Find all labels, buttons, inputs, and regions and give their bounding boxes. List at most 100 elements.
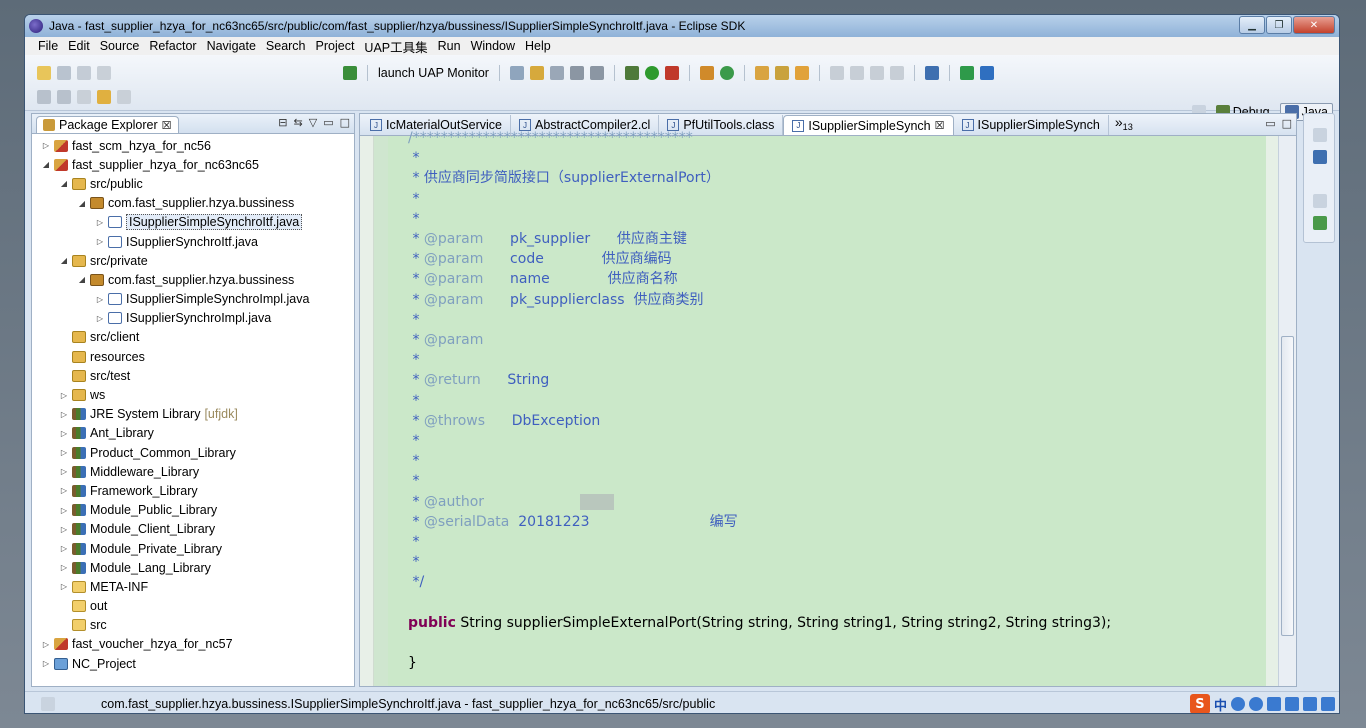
font-icon[interactable] [979,66,994,80]
tree-item[interactable]: out [32,597,354,616]
collapsed-arrow-icon[interactable]: ▷ [58,582,70,591]
link-with-editor-icon[interactable]: ⇆ [294,116,303,129]
close-button[interactable]: ✕ [1293,16,1335,34]
previous-annotation-icon[interactable] [57,90,71,104]
tree-item[interactable]: ▷ Framework_Library [32,481,354,500]
block-selection-icon[interactable] [869,66,884,80]
folding-ruler[interactable] [374,136,388,686]
collapsed-arrow-icon[interactable]: ▷ [40,659,52,668]
tree-item[interactable]: ▷ Module_Private_Library [32,539,354,558]
highlight-icon[interactable] [849,66,864,80]
show-whitespace-icon[interactable] [889,66,904,80]
menu-help[interactable]: Help [520,39,556,53]
collapsed-arrow-icon[interactable]: ▷ [58,391,70,400]
external-tools-icon[interactable] [664,66,679,80]
keyboard-icon[interactable] [1285,697,1299,711]
menu-navigate[interactable]: Navigate [202,39,261,53]
ime-language-toggle[interactable]: 中 [1214,695,1227,714]
expanded-arrow-icon[interactable]: ◢ [58,179,70,188]
tree-item[interactable]: ◢ src/public [32,174,354,193]
close-tab-icon[interactable]: ☒ [935,119,945,132]
maximize-view-icon[interactable]: □ [340,116,350,129]
editor-tab[interactable]: J ISupplierSimpleSynch ☒ [783,115,954,135]
open-type-icon[interactable] [754,66,769,80]
problems-icon[interactable] [1313,216,1327,230]
link-icon[interactable] [549,66,564,80]
tree-item[interactable]: ◢ com.fast_supplier.hzya.bussiness [32,270,354,289]
tree-item[interactable]: src/client [32,328,354,347]
tree-item[interactable]: ▷ ISupplierSimpleSynchroItf.java [32,213,354,232]
launch-uap-monitor-button[interactable]: launch UAP Monitor [378,66,489,80]
settings-icon[interactable] [1321,697,1335,711]
punctuation-icon[interactable] [1231,697,1245,711]
restore-button[interactable]: ❐ [1266,16,1292,34]
scrollbar-thumb[interactable] [1281,336,1294,636]
collapsed-arrow-icon[interactable]: ▷ [94,295,106,304]
tree-item[interactable]: resources [32,347,354,366]
menu-project[interactable]: Project [311,39,360,53]
compare-icon[interactable] [569,66,584,80]
microphone-icon[interactable] [1267,697,1281,711]
collapsed-arrow-icon[interactable]: ▷ [58,429,70,438]
menu-source[interactable]: Source [95,39,145,53]
tree-item[interactable]: ▷ Ant_Library [32,424,354,443]
minimize-editor-icon[interactable]: ▭ [1265,117,1275,130]
close-view-icon[interactable]: ☒ [162,119,172,132]
run-icon[interactable] [644,66,659,80]
menu-file[interactable]: File [33,39,63,53]
collapsed-arrow-icon[interactable]: ▷ [58,506,70,515]
collapsed-arrow-icon[interactable]: ▷ [40,141,52,150]
tree-item[interactable]: ◢ com.fast_supplier.hzya.bussiness [32,194,354,213]
tree-item[interactable]: ▷ ws [32,385,354,404]
pin-icon[interactable] [924,66,939,80]
tree-item[interactable]: ▷ fast_voucher_hzya_for_nc57 [32,635,354,654]
search-icon[interactable] [509,66,524,80]
restore-view-icon[interactable] [1313,194,1327,208]
vertical-ruler[interactable] [360,136,374,686]
back-icon[interactable] [97,90,111,104]
collapsed-arrow-icon[interactable]: ▷ [94,237,106,246]
menu-window[interactable]: Window [466,39,520,53]
save-all-icon[interactable] [77,66,91,80]
expanded-arrow-icon[interactable]: ◢ [58,256,70,265]
export-icon[interactable] [589,66,604,80]
sogou-ime-icon[interactable]: S [1189,694,1210,713]
tree-item[interactable]: ▷ fast_scm_hzya_for_nc56 [32,136,354,155]
restore-view-icon[interactable] [1313,128,1327,142]
new-java-project-icon[interactable] [699,66,714,80]
menu-run[interactable]: Run [433,39,466,53]
tree-item[interactable]: ▷ Module_Client_Library [32,520,354,539]
save-icon[interactable] [57,66,71,80]
skin-icon[interactable] [1303,697,1317,711]
expanded-arrow-icon[interactable]: ◢ [76,275,88,284]
print-icon[interactable] [97,66,111,80]
new-class-icon[interactable] [719,66,734,80]
expanded-arrow-icon[interactable]: ◢ [40,160,52,169]
collapsed-arrow-icon[interactable]: ▷ [58,563,70,572]
collapsed-arrow-icon[interactable]: ▷ [40,640,52,649]
menu-edit[interactable]: Edit [63,39,95,53]
collapsed-arrow-icon[interactable]: ▷ [94,314,106,323]
collapsed-arrow-icon[interactable]: ▷ [58,448,70,457]
minimize-button[interactable]: ▁ [1239,16,1265,34]
menu-uap-tools[interactable]: UAP工具集 [359,37,432,56]
annotation-icon[interactable] [829,66,844,80]
collapse-all-icon[interactable]: ⊟ [278,116,287,129]
open-task-icon[interactable] [794,66,809,80]
uap-monitor-icon[interactable] [343,66,357,80]
tree-item[interactable]: ◢ fast_supplier_hzya_for_nc63nc65 [32,155,354,174]
collapsed-arrow-icon[interactable]: ▷ [58,486,70,495]
tree-item[interactable]: ▷ ISupplierSynchroItf.java [32,232,354,251]
menu-search[interactable]: Search [261,39,311,53]
tree-item[interactable]: ▷ Product_Common_Library [32,443,354,462]
title-bar[interactable]: Java - fast_supplier_hzya_for_nc63nc65/s… [25,15,1339,37]
emoji-icon[interactable] [1249,697,1263,711]
last-edit-location-icon[interactable] [77,90,91,104]
chart-icon[interactable] [959,66,974,80]
tree-item[interactable]: src [32,616,354,635]
minimize-view-icon[interactable]: ▭ [323,116,333,129]
tree-item[interactable]: ▷ Module_Lang_Library [32,558,354,577]
tree-item[interactable]: ▷ NC_Project [32,654,354,673]
maximize-editor-icon[interactable]: □ [1282,117,1292,130]
collapsed-arrow-icon[interactable]: ▷ [58,525,70,534]
